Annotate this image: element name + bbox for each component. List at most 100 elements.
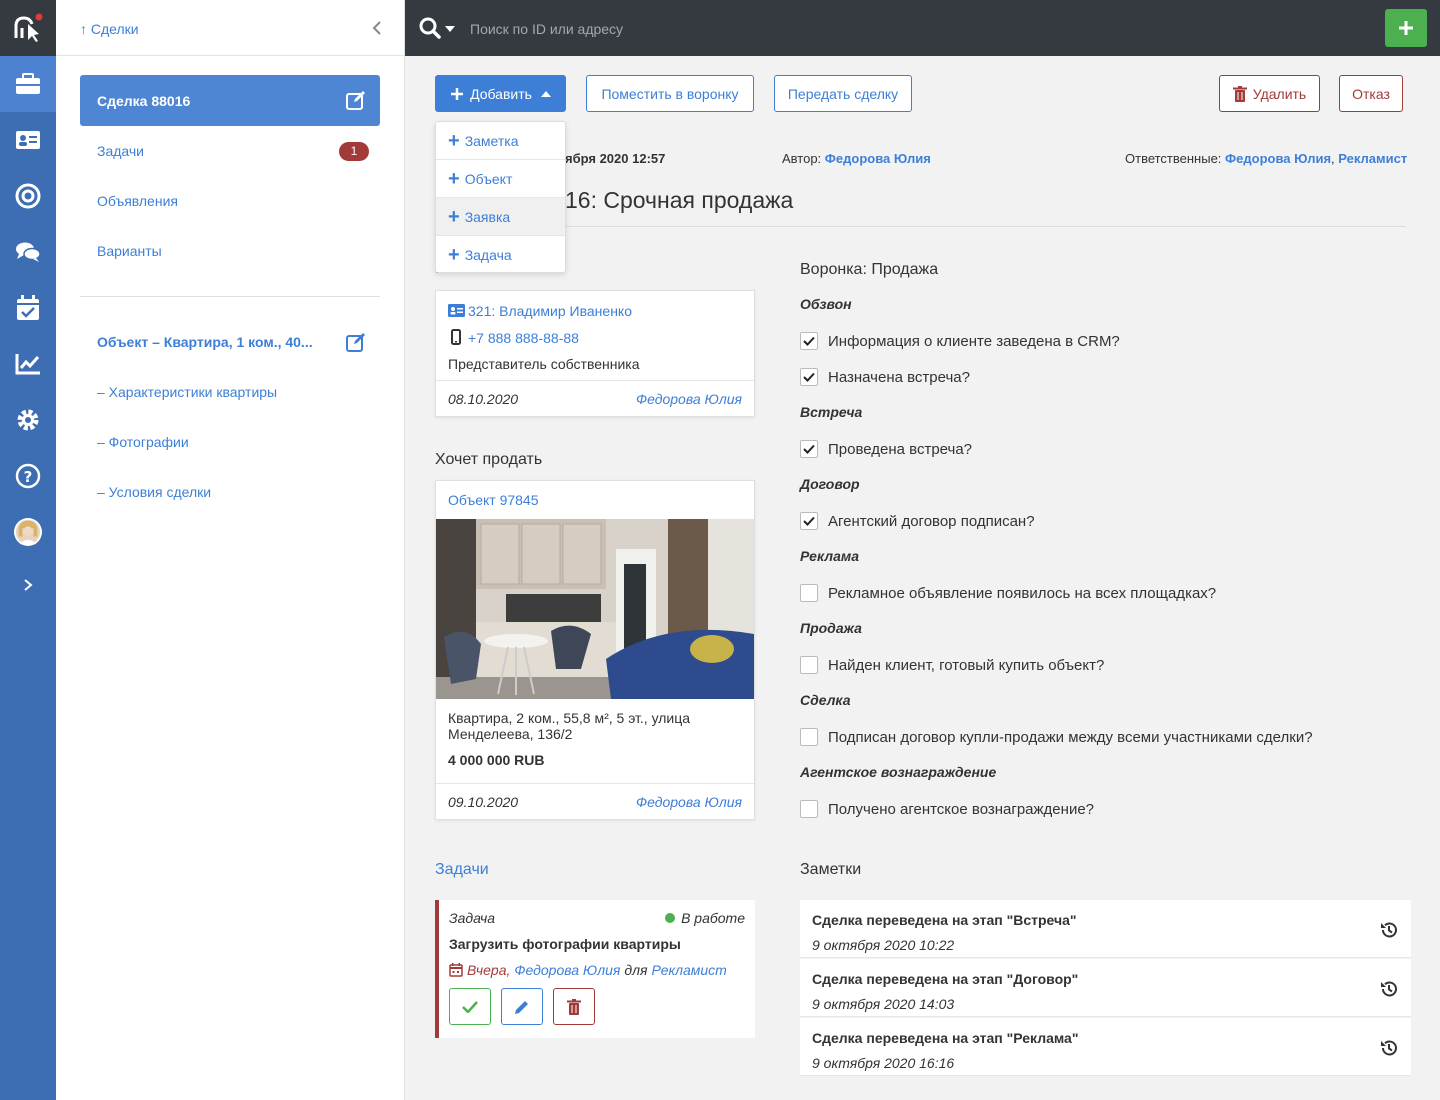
gear-icon[interactable] [14, 406, 42, 434]
client-phone-link[interactable]: +7 888 888-88-88 [468, 330, 579, 346]
checkbox-unchecked[interactable] [800, 728, 818, 746]
notes-section-title: Заметки [800, 861, 862, 878]
apartment-photo[interactable] [436, 519, 754, 699]
sidebar-item-variants[interactable]: Варианты [97, 243, 162, 259]
sidebar-item-ads[interactable]: Объявления [97, 193, 178, 209]
task-status-label: В работе [681, 910, 745, 926]
object-user-link[interactable]: Федорова Юлия [636, 794, 742, 810]
deal-sidebar: ↑ Сделки Сделка 88016 Задачи 1 Объявлени… [56, 0, 405, 1100]
menu-item-request[interactable]: + Заявка [436, 198, 565, 236]
sidebar-item-photos[interactable]: – Фотографии [97, 434, 189, 450]
checkbox-checked[interactable] [800, 332, 818, 350]
edit-task-button[interactable] [501, 988, 543, 1025]
checklist-item[interactable]: Агентский договор подписан? [800, 511, 1035, 531]
tasks-count-badge: 1 [339, 142, 369, 161]
delete-button[interactable]: Удалить [1219, 75, 1320, 112]
transfer-deal-button[interactable]: Передать сделку [774, 75, 912, 112]
edit-object-icon[interactable] [346, 332, 366, 352]
task-from-link[interactable]: Федорова Юлия [514, 962, 620, 978]
deal-label: Сделка 88016 [97, 93, 191, 109]
sidebar-item-deal[interactable]: Сделка 88016 [80, 75, 380, 126]
author-meta: Автор: Федорова Юлия [782, 151, 931, 166]
reject-button[interactable]: Отказ [1339, 75, 1403, 112]
target-icon[interactable] [14, 182, 42, 210]
complete-task-button[interactable] [449, 988, 491, 1025]
object-card-footer: 09.10.2020 Федорова Юлия [436, 783, 754, 819]
search-icon[interactable] [419, 17, 441, 39]
stage-deal: Сделка [800, 692, 851, 708]
add-button-label: Добавить [470, 85, 532, 102]
sidebar-item-characteristics[interactable]: – Характеристики квартиры [97, 384, 277, 400]
contact-card-icon [448, 304, 465, 317]
menu-item-label: Задача [464, 247, 512, 263]
contact-card-icon[interactable] [14, 126, 42, 154]
object-description: Квартира, 2 ком., 55,8 м², 5 эт., улица … [448, 710, 691, 742]
sidebar-item-object[interactable]: Объект – Квартира, 1 ком., 40... [97, 334, 313, 350]
add-button[interactable]: Добавить [435, 75, 566, 112]
task-to-link[interactable]: Рекламист [652, 962, 727, 978]
checklist-item[interactable]: Получено агентское вознаграждение? [800, 799, 1094, 819]
checklist-item[interactable]: Рекламное объявление появилось на всех п… [800, 583, 1216, 603]
sidebar-item-deal-terms[interactable]: – Условия сделки [97, 484, 211, 500]
history-icon[interactable] [1380, 1039, 1398, 1057]
trash-icon [1232, 85, 1247, 102]
global-add-button[interactable] [1385, 9, 1427, 47]
back-to-deals-link[interactable]: ↑ Сделки [80, 21, 139, 37]
checklist-item[interactable]: Информация о клиенте заведена в CRM? [800, 331, 1120, 351]
stage-contract: Договор [800, 476, 860, 492]
checklist-item[interactable]: Найден клиент, готовый купить объект? [800, 655, 1104, 675]
sidebar-item-tasks[interactable]: Задачи [97, 143, 144, 159]
pencil-icon [515, 1000, 528, 1014]
mobile-phone-icon [451, 329, 461, 345]
object-date: 09.10.2020 [448, 794, 519, 810]
menu-item-note[interactable]: + Заметка [436, 122, 565, 160]
checklist-item[interactable]: Проведена встреча? [800, 439, 972, 459]
checkbox-checked[interactable] [800, 440, 818, 458]
tasks-section-link[interactable]: Задачи [435, 861, 489, 879]
client-user-link[interactable]: Федорова Юлия [636, 391, 742, 407]
edit-deal-icon[interactable] [346, 90, 366, 110]
checkbox-checked[interactable] [800, 368, 818, 386]
sidebar-header: ↑ Сделки [56, 0, 404, 56]
author-link[interactable]: Федорова Юлия [825, 151, 931, 166]
task-assignment: Вчера, Федорова Юлия для Рекламист [449, 962, 727, 978]
collapse-sidebar-icon[interactable] [371, 20, 383, 36]
search-input[interactable]: Поиск по ID или адресу [470, 21, 623, 37]
plus-icon [451, 87, 464, 100]
checkbox-unchecked[interactable] [800, 656, 818, 674]
stage-advertising: Реклама [800, 548, 860, 564]
object-link[interactable]: Объект 97845 [448, 492, 539, 508]
task-for-label: для [624, 962, 648, 978]
plus-icon [1399, 21, 1413, 35]
checklist-item[interactable]: Назначена встреча? [800, 367, 970, 387]
svg-text:?: ? [24, 468, 33, 486]
chart-line-icon[interactable] [14, 350, 42, 378]
chat-icon[interactable] [14, 238, 42, 266]
expand-rail-icon[interactable] [14, 571, 42, 599]
logo-icon[interactable] [12, 12, 44, 44]
delete-task-button[interactable] [553, 988, 595, 1025]
stage-sale: Продажа [800, 620, 862, 636]
checkbox-unchecked[interactable] [800, 800, 818, 818]
calendar-check-icon[interactable] [14, 294, 42, 322]
responsible-link-1[interactable]: Федорова Юлия [1225, 151, 1331, 166]
responsible-link-2[interactable]: Рекламист [1338, 151, 1407, 166]
object-price: 4 000 000 RUB [448, 752, 545, 768]
checkbox-unchecked[interactable] [800, 584, 818, 602]
stage-agency-fee: Агентское вознаграждение [800, 764, 997, 780]
caret-up-icon [540, 90, 551, 97]
note-date: 9 октября 2020 14:03 [812, 996, 955, 1012]
history-icon[interactable] [1380, 980, 1398, 998]
history-icon[interactable] [1380, 921, 1398, 939]
menu-item-object[interactable]: + Объект [436, 160, 565, 198]
checkbox-checked[interactable] [800, 512, 818, 530]
briefcase-icon[interactable] [14, 70, 42, 98]
menu-item-task[interactable]: + Задача [436, 236, 565, 274]
client-name-link[interactable]: 321: Владимир Иваненко [468, 303, 632, 319]
checklist-item[interactable]: Подписан договор купли-продажи между все… [800, 727, 1313, 747]
add-to-funnel-button[interactable]: Поместить в воронку [586, 75, 754, 112]
help-icon[interactable]: ? [14, 462, 42, 490]
search-mode-chevron-down-icon[interactable] [445, 26, 455, 32]
avatar[interactable] [14, 518, 42, 546]
task-card: Задача В работе Загрузить фотографии ква… [435, 900, 755, 1038]
